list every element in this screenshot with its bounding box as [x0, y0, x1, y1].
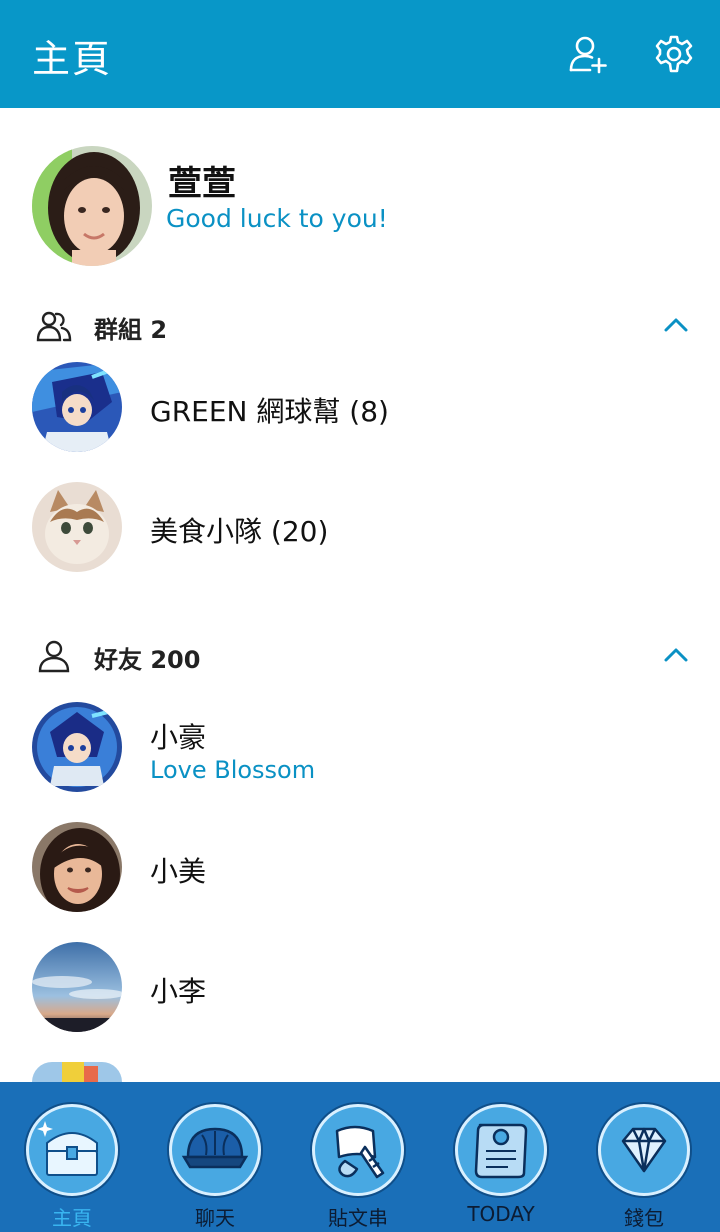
friend-avatar	[32, 822, 122, 912]
group-row-green-tennis[interactable]: GREEN 網球幫 (8)	[0, 352, 720, 462]
gear-icon[interactable]	[654, 34, 694, 74]
tab-chat[interactable]: 聊天	[167, 1104, 263, 1232]
tab-today[interactable]: TODAY	[453, 1104, 549, 1232]
tab-icon-circle	[598, 1104, 690, 1196]
tab-label: 主頁	[52, 1206, 92, 1230]
group-name: 美食小隊 (20)	[150, 515, 329, 548]
friend-status: Love Blossom	[150, 756, 316, 784]
friend-row[interactable]: 小豪 Love Blossom	[0, 692, 720, 802]
profile-status-message[interactable]: Good luck to you!	[166, 204, 388, 233]
chevron-up-icon[interactable]	[662, 644, 690, 666]
tab-label: 聊天	[195, 1206, 235, 1230]
friend-avatar	[32, 942, 122, 1032]
chat-shell-icon	[181, 1127, 249, 1169]
tab-icon-circle	[455, 1104, 547, 1196]
friends-section-label: 好友 200	[94, 646, 201, 674]
groups-section-header[interactable]: 群組 2	[0, 300, 720, 350]
tab-label: 錢包	[624, 1206, 664, 1230]
friends-section-header[interactable]: 好友 200	[0, 630, 720, 680]
tab-wallet[interactable]: 錢包	[596, 1104, 692, 1232]
tab-icon-circle	[169, 1104, 261, 1196]
groups-section-label: 群組 2	[94, 316, 168, 344]
profile-avatar[interactable]	[32, 146, 152, 266]
friend-row[interactable]: 小李	[0, 932, 720, 1042]
friend-name: 小美	[150, 855, 207, 888]
group-name: GREEN 網球幫 (8)	[150, 395, 389, 428]
quill-icon	[335, 1125, 385, 1179]
person-icon	[38, 640, 70, 673]
add-friend-icon[interactable]	[568, 34, 608, 74]
tab-home[interactable]: 主頁	[24, 1104, 120, 1232]
friend-avatar	[32, 702, 122, 792]
tab-label: 貼文串	[328, 1206, 388, 1230]
friend-name: 小豪	[150, 721, 207, 754]
app-header: 主頁	[0, 0, 720, 108]
treasure-chest-icon	[37, 1121, 98, 1176]
chevron-up-icon[interactable]	[662, 314, 690, 336]
scroll-icon	[474, 1123, 528, 1179]
group-avatar	[32, 362, 122, 452]
group-avatar	[32, 482, 122, 572]
tab-icon-circle	[312, 1104, 404, 1196]
diamond-icon	[621, 1127, 667, 1173]
tab-label: TODAY	[467, 1202, 535, 1226]
friend-name: 小李	[150, 975, 207, 1008]
group-icon	[36, 311, 72, 342]
friend-avatar-partial	[32, 1062, 122, 1082]
profile-name: 萱萱	[168, 164, 236, 204]
page-title: 主頁	[32, 37, 113, 81]
tab-timeline[interactable]: 貼文串	[310, 1104, 406, 1232]
group-row-food-team[interactable]: 美食小隊 (20)	[0, 472, 720, 582]
friend-row[interactable]: 小美	[0, 812, 720, 922]
tab-icon-circle	[26, 1104, 118, 1196]
